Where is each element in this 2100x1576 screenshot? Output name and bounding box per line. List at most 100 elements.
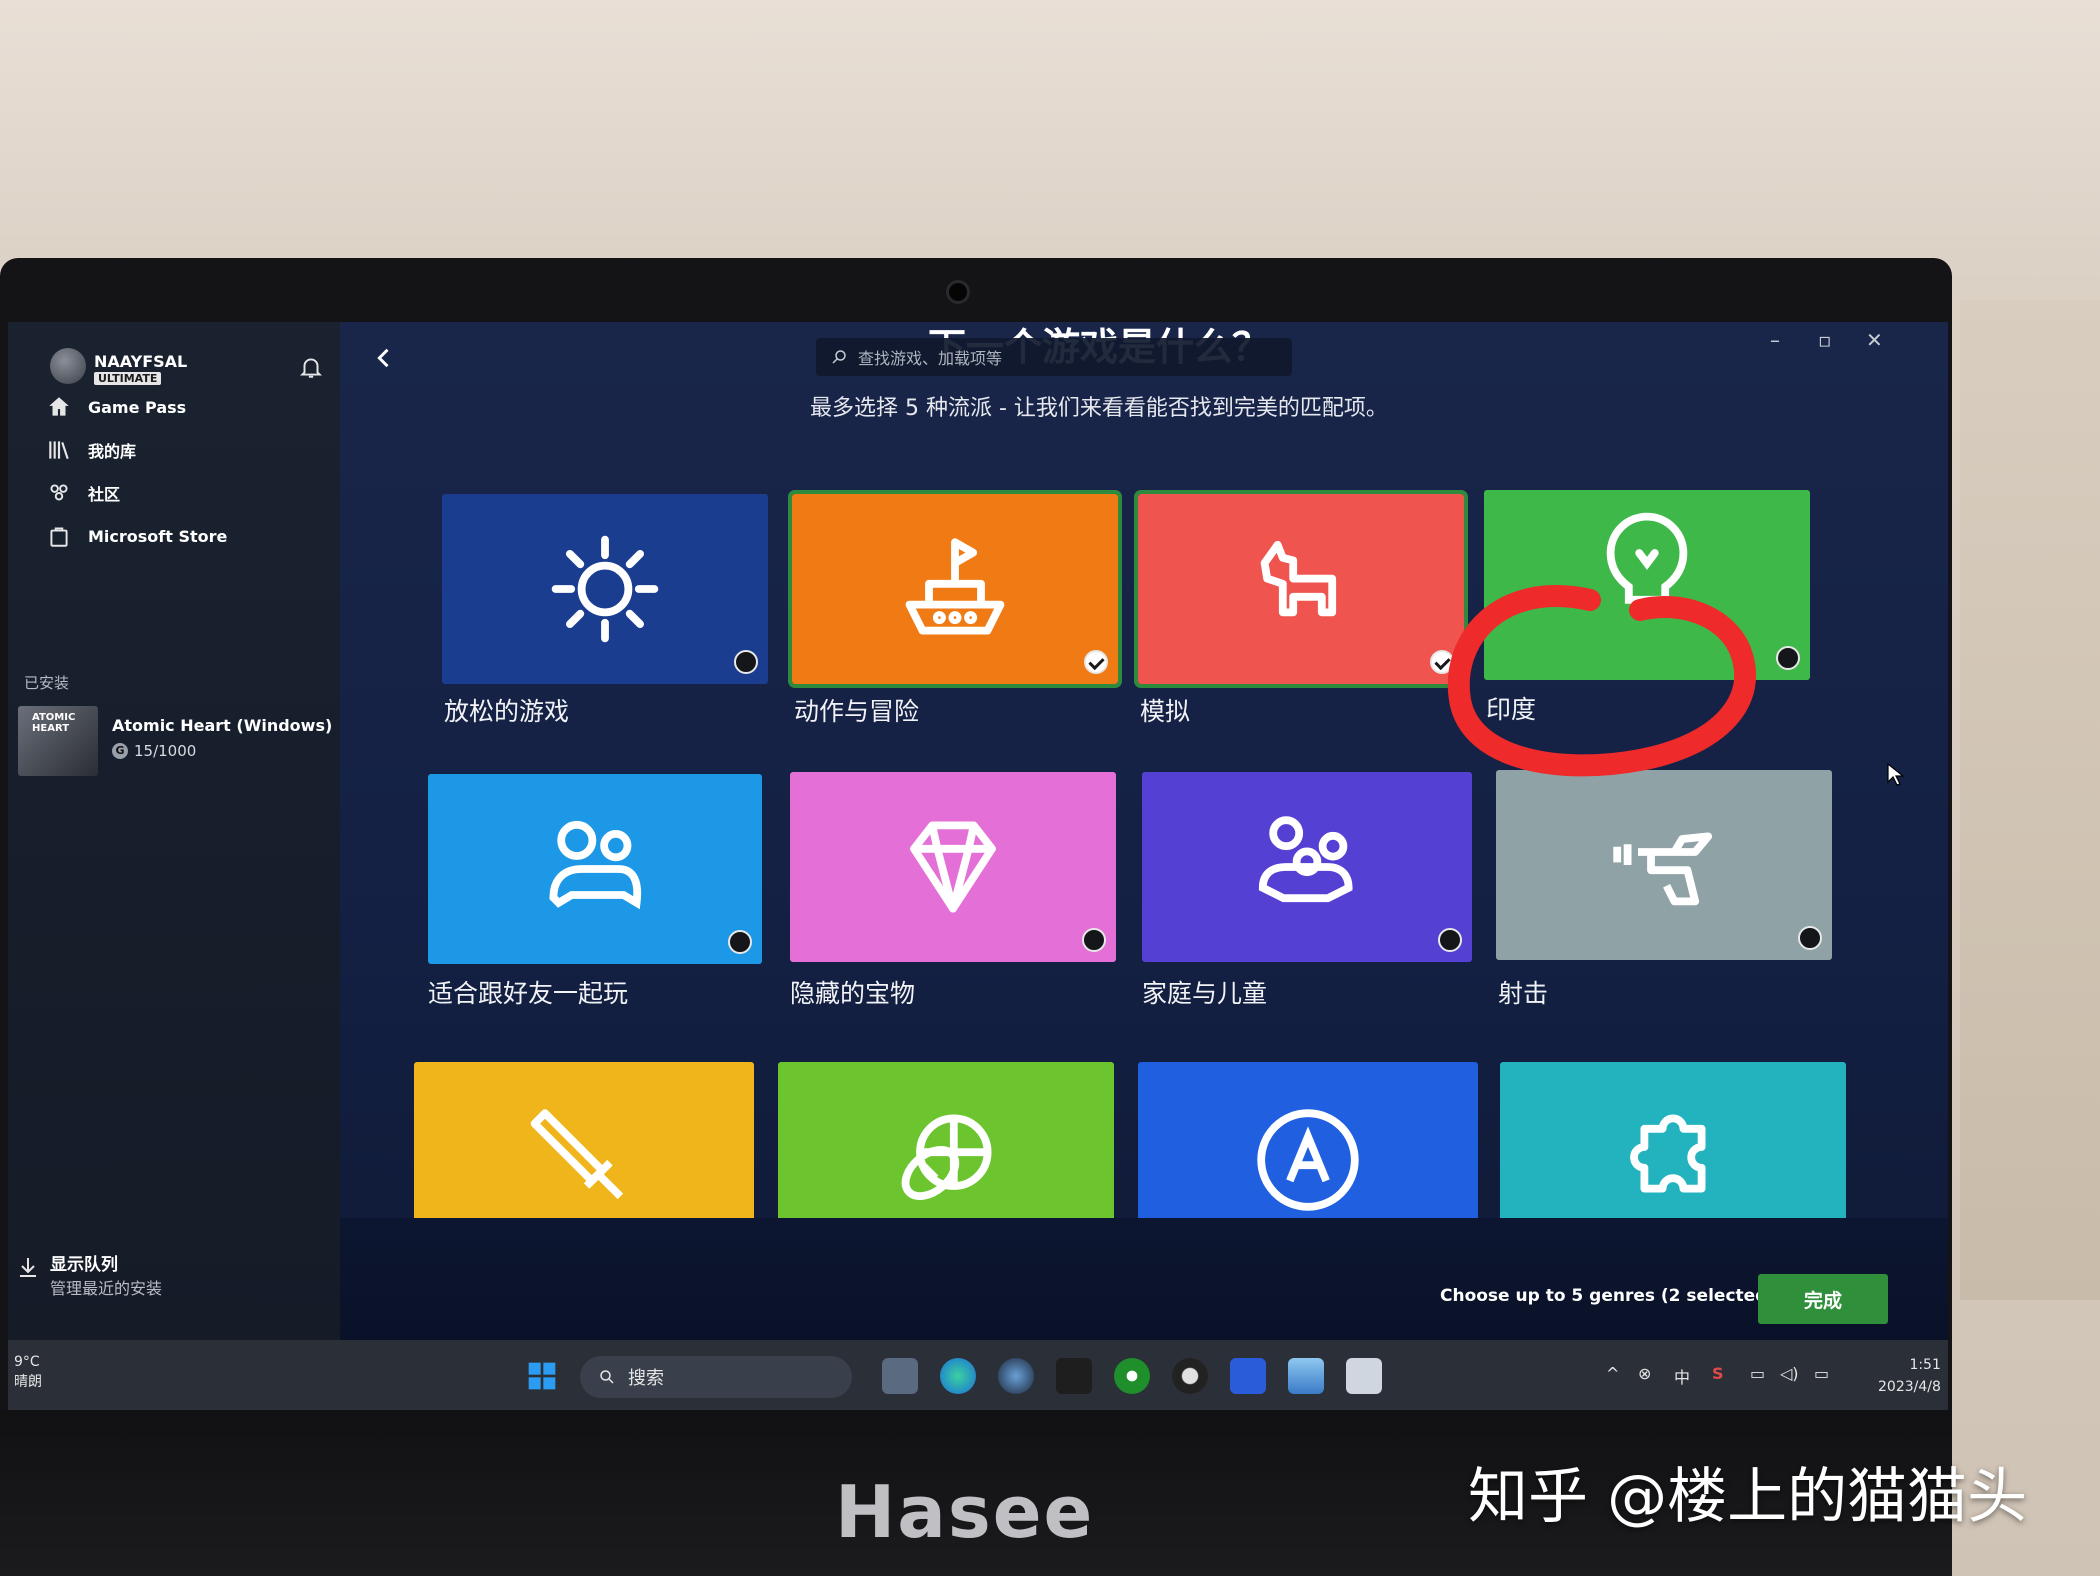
- installed-section-label: 已安装: [24, 674, 70, 692]
- genre-label: 放松的游戏: [444, 697, 570, 726]
- genre-label: 家庭与儿童: [1142, 979, 1268, 1008]
- temperature: 9°C: [14, 1354, 40, 1370]
- genre-label: 隐藏的宝物: [790, 979, 916, 1008]
- genre-checkbox[interactable]: [734, 650, 758, 674]
- search-placeholder: 查找游戏、加载项等: [858, 349, 1003, 368]
- ship-icon: [905, 538, 1005, 635]
- search-input[interactable]: 查找游戏、加载项等: [816, 338, 1292, 376]
- clock-date: 2023/4/8: [1878, 1379, 1941, 1395]
- battery-icon[interactable]: ▭: [1814, 1364, 1829, 1383]
- selection-footer: [340, 1218, 1948, 1340]
- selection-status: Choose up to 5 genres (2 selected): [1440, 1286, 1776, 1306]
- sidebar-item-label: Game Pass: [88, 397, 187, 417]
- blaster-icon: [1613, 832, 1713, 906]
- done-button[interactable]: 完成: [1758, 1274, 1888, 1324]
- taskbar-search[interactable]: 搜索: [580, 1356, 852, 1398]
- epic-games-icon[interactable]: [1056, 1358, 1092, 1394]
- community-icon: [50, 484, 68, 501]
- genre-tile-shooter[interactable]: [1496, 770, 1832, 960]
- watermark-text: 知乎 @楼上的猫猫头: [1468, 1462, 2028, 1532]
- genre-tile-simulation[interactable]: [1134, 490, 1468, 688]
- sidebar-item-label: Microsoft Store: [88, 526, 228, 546]
- diamond-icon: [910, 821, 996, 913]
- genre-checkbox[interactable]: [1438, 928, 1462, 952]
- genre-tile-action-adventure[interactable]: [788, 490, 1122, 688]
- genre-label: 适合跟好友一起玩: [428, 979, 629, 1008]
- system-clock[interactable]: 1:51 2023/4/8: [1878, 1354, 1941, 1398]
- install-queue[interactable]: 显示队列 管理最近的安装: [16, 1250, 162, 1299]
- search-icon: [600, 1370, 614, 1384]
- genre-checkbox[interactable]: [1798, 926, 1822, 950]
- page-subtitle: 最多选择 5 种流派 - 让我们来看看能否找到完美的匹配项。: [810, 396, 1388, 421]
- sword-icon: [530, 1109, 624, 1200]
- weather-widget[interactable]: 9°C 晴朗: [14, 1352, 42, 1392]
- store-icon[interactable]: [1346, 1358, 1382, 1394]
- clock-time: 1:51: [1909, 1357, 1941, 1373]
- store-icon: [50, 527, 68, 547]
- goat-icon: [1260, 540, 1337, 617]
- magnifier-app-icon[interactable]: [1172, 1358, 1208, 1394]
- username: NAAYFSAL: [94, 352, 188, 371]
- restore-icon[interactable]: ▫: [1818, 328, 1832, 352]
- queue-title: 显示队列: [50, 1255, 118, 1275]
- family-icon: [1258, 816, 1353, 903]
- avatar[interactable]: [50, 348, 86, 384]
- genre-checkbox[interactable]: [728, 930, 752, 954]
- xbox-tray-icon[interactable]: ⊗: [1638, 1364, 1651, 1383]
- puzzle-icon: [1630, 1114, 1706, 1193]
- edge-icon[interactable]: [940, 1358, 976, 1394]
- red-marker-annotation: [1447, 585, 1756, 777]
- laptop-screen: NAAYFSAL ULTIMATE Game Pass 我的库 社区 Micro…: [8, 322, 1948, 1410]
- installed-game-title[interactable]: Atomic Heart (Windows): [112, 716, 332, 735]
- wall: [1960, 300, 2100, 1300]
- sidebar-item-store[interactable]: Microsoft Store: [46, 523, 227, 549]
- genre-checkbox[interactable]: [1084, 650, 1108, 674]
- close-icon[interactable]: ✕: [1866, 328, 1883, 352]
- sidebar-item-label: 我的库: [88, 442, 137, 461]
- home-icon: [49, 397, 69, 416]
- gamerscore-icon: G: [112, 743, 128, 759]
- gamerscore: G 15/1000: [112, 742, 196, 760]
- ultimate-badge: ULTIMATE: [94, 372, 162, 385]
- friends-controller-icon: [549, 820, 642, 910]
- xbox-app-icon[interactable]: [1114, 1358, 1150, 1394]
- app-icon[interactable]: [1230, 1358, 1266, 1394]
- thumbnail-logo-text: ATOMIC HEART: [32, 712, 76, 734]
- sidebar: NAAYFSAL ULTIMATE Game Pass 我的库 社区 Micro…: [8, 322, 340, 1340]
- back-arrow-icon[interactable]: [370, 344, 398, 372]
- task-view-icon[interactable]: [882, 1358, 918, 1394]
- gamerscore-value: 15/1000: [134, 742, 197, 760]
- taskbar-search-label: 搜索: [628, 1368, 664, 1389]
- genre-checkbox[interactable]: [1776, 646, 1800, 670]
- sidebar-item-game-pass[interactable]: Game Pass: [46, 394, 186, 420]
- laptop-brand-logo: Hasee: [835, 1470, 1095, 1554]
- sidebar-item-community[interactable]: 社区: [46, 480, 120, 506]
- letter-a-icon: [1257, 1109, 1359, 1211]
- queue-subtitle: 管理最近的安装: [50, 1279, 163, 1298]
- game-thumbnail[interactable]: ATOMIC HEART: [18, 706, 98, 776]
- genre-tile-family[interactable]: [1142, 772, 1472, 962]
- weather-condition: 晴朗: [14, 1374, 42, 1390]
- genre-tile-hidden-gems[interactable]: [790, 772, 1116, 962]
- bell-icon[interactable]: [298, 354, 324, 380]
- windows-start-icon[interactable]: [526, 1360, 558, 1392]
- genre-label: 模拟: [1140, 697, 1191, 726]
- webcam: [946, 280, 970, 304]
- steam-icon[interactable]: [998, 1358, 1034, 1394]
- sidebar-item-label: 社区: [88, 485, 121, 504]
- download-icon: [20, 1258, 36, 1277]
- genre-tile-friends[interactable]: [428, 774, 762, 964]
- mouse-cursor-icon: [1887, 762, 1904, 786]
- ime-indicator[interactable]: 中: [1674, 1364, 1690, 1388]
- genre-label: 射击: [1498, 979, 1549, 1008]
- photos-icon[interactable]: [1288, 1358, 1324, 1394]
- tray-chevron-icon[interactable]: ^: [1606, 1364, 1619, 1383]
- antivirus-tray-icon[interactable]: S: [1712, 1364, 1724, 1383]
- sidebar-item-library[interactable]: 我的库: [46, 437, 136, 463]
- network-icon[interactable]: ▭: [1750, 1364, 1765, 1383]
- windows-taskbar: 9°C 晴朗 搜索 ^ ⊗ 中 S ▭ ◁) ▭ 1:51 2023/4/8: [8, 1340, 1948, 1410]
- genre-tile-relaxing[interactable]: [442, 494, 768, 684]
- genre-checkbox[interactable]: [1082, 928, 1106, 952]
- minimize-icon[interactable]: –: [1770, 328, 1780, 352]
- volume-icon[interactable]: ◁): [1780, 1364, 1799, 1383]
